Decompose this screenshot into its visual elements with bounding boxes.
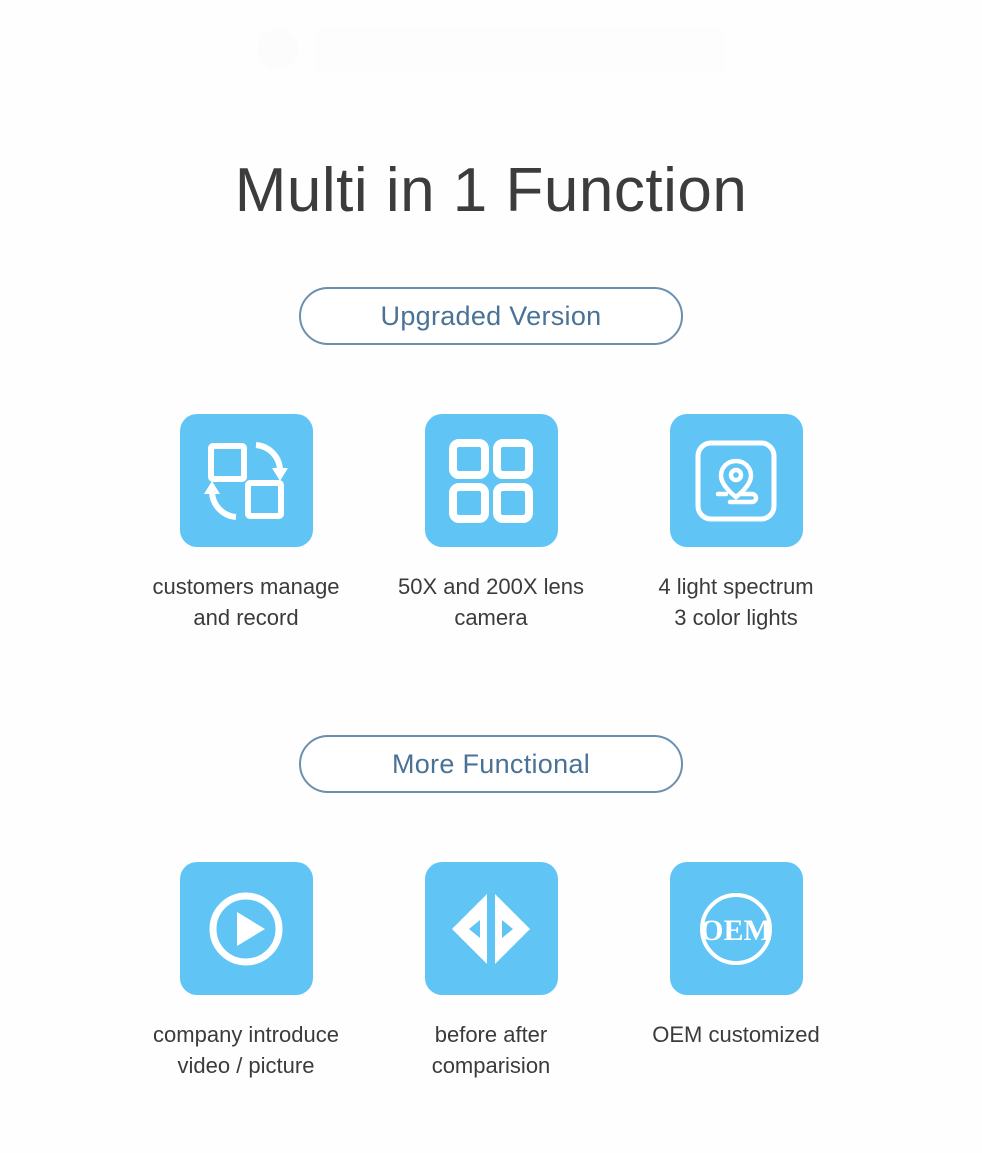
map-location-pin-icon — [669, 414, 803, 547]
section-badge-upgraded-version: Upgraded Version — [299, 287, 683, 345]
svg-text:OEM: OEM — [700, 914, 772, 947]
banner-watermark-icon — [315, 27, 725, 71]
section-badge-label: More Functional — [391, 748, 591, 779]
feature-caption: 50X and 200X lens camera — [398, 574, 584, 630]
header-watermark — [0, 18, 982, 80]
feature-caption: before after comparision — [431, 1022, 551, 1078]
oem-circle-icon: OEM — [669, 862, 803, 995]
feature-oem-customized: OEM OEM customized — [614, 862, 859, 1081]
grid-four-squares-icon — [424, 414, 558, 547]
feature-caption: OEM customized — [652, 1022, 820, 1047]
feature-caption: 4 light spectrum 3 color lights — [658, 574, 814, 630]
feature-before-after: before after comparision — [369, 862, 614, 1081]
section-badge-label: Upgraded Version — [380, 300, 602, 331]
section-badge-more-functional: More Functional — [299, 735, 683, 793]
feature-company-video: company introduce video / picture — [124, 862, 369, 1081]
feature-customers-manage: customers manage and record — [124, 414, 369, 633]
feature-row-upgraded: customers manage and record 50X and 200X… — [0, 414, 982, 633]
transfer-squares-icon — [179, 414, 313, 547]
play-circle-icon — [179, 862, 313, 995]
feature-lens-camera: 50X and 200X lens camera — [369, 414, 614, 633]
feature-caption: customers manage and record — [152, 574, 340, 630]
seal-watermark-icon — [257, 28, 299, 70]
page-title: Multi in 1 Function — [234, 156, 748, 225]
feature-caption: company introduce video / picture — [153, 1022, 339, 1078]
feature-light-spectrum: 4 light spectrum 3 color lights — [614, 414, 859, 633]
before-after-compare-icon — [424, 862, 558, 995]
feature-row-more-functional: company introduce video / picture before… — [0, 862, 982, 1081]
